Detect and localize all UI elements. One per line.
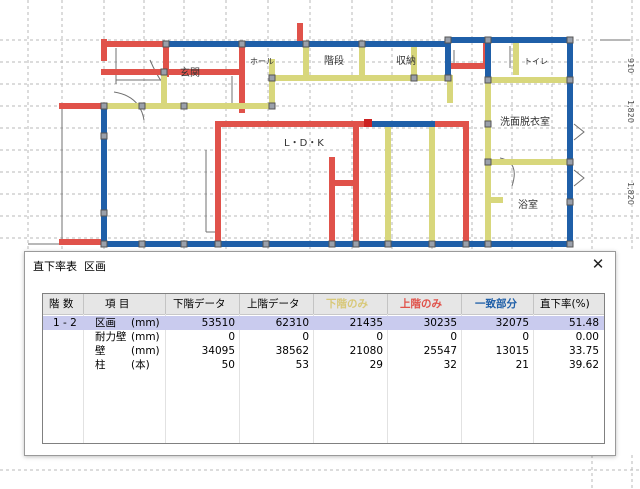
cell-rate: 33.75 [568,345,599,357]
room-label: トイレ [524,57,548,66]
cell-match: 13015 [495,345,529,357]
cell-item: 柱 [95,359,106,371]
col-match[interactable]: 一致部分 [475,296,517,312]
room-label: 収納 [396,54,416,67]
rate-table: 階 数 項 目 下階データ 上階データ 下階のみ 上階のみ 一致部分 直下率(%… [42,293,605,444]
room-label: L・D・K [284,138,324,149]
cell-upper: 53 [295,359,309,371]
cell-upper: 62310 [275,317,309,329]
cell-match: 32075 [495,317,529,329]
cell-rate: 0.00 [575,331,599,343]
cell-unit: (mm) [131,345,160,357]
table-row[interactable]: 壁 (mm) 34095 38562 21080 25547 13015 33.75 [43,344,604,358]
cell-unit: (本) [131,359,150,371]
room-label: 洗面脱衣室 [500,115,550,128]
cell-upper-only: 0 [450,331,457,343]
cell-upper: 38562 [275,345,309,357]
room-label: 玄関 [180,66,200,79]
cell-lower-only: 21080 [349,345,383,357]
selected-column-marker [364,119,372,127]
cell-lower: 53510 [201,317,235,329]
cell-upper-only: 32 [443,359,457,371]
dialog-title: 直下率表 区画 [33,260,106,273]
cell-lower: 34095 [201,345,235,357]
cell-upper-only: 30235 [423,317,457,329]
cell-level: 1 - 2 [53,317,77,329]
cell-lower-only: 21435 [349,317,383,329]
col-lower[interactable]: 下階データ [173,296,226,312]
cell-rate: 51.48 [568,317,599,329]
col-upper-only[interactable]: 上階のみ [400,296,442,312]
close-icon[interactable]: ✕ [589,255,607,273]
cell-match: 0 [522,331,529,343]
dimension-labels: 910 1,820 1,820 [626,58,635,205]
cell-upper: 0 [302,331,309,343]
cell-level [53,330,83,344]
cell-item: 耐力壁 [95,331,127,343]
col-level[interactable]: 階 数 [49,296,73,312]
cell-lower: 50 [221,359,235,371]
cell-unit: (mm) [131,317,160,329]
cell-lower-only: 29 [369,359,383,371]
dialog-titlebar[interactable]: 直下率表 区画 ✕ [25,252,615,278]
table-row[interactable]: 耐力壁 (mm) 0 0 0 0 0 0.00 [43,330,604,344]
cell-item: 壁 [95,345,106,357]
cell-item: 区画 [95,317,116,329]
dimension-label: 1,820 [626,100,635,123]
cell-level [53,344,83,358]
cell-lower-only: 0 [376,331,383,343]
cell-match: 21 [515,359,529,371]
table-row[interactable]: 1 - 2 区画 (mm) 53510 62310 21435 30235 32075 51.4… [43,316,604,330]
room-label: ホール [250,57,274,66]
cell-lower: 0 [228,331,235,343]
lower-only-walls [59,23,489,247]
col-lower-only[interactable]: 下階のみ [326,296,368,312]
cell-upper-only: 25547 [423,345,457,357]
room-label: 浴室 [518,198,538,211]
col-item[interactable]: 項 目 [105,296,129,312]
dimension-label: 910 [626,58,635,73]
col-upper[interactable]: 上階データ [247,296,300,312]
cell-rate: 39.62 [568,359,599,371]
cell-unit: (mm) [131,331,160,343]
cell-level [53,358,83,372]
col-rate[interactable]: 直下率(%) [540,296,590,312]
dimension-label: 1,820 [626,182,635,205]
room-label: 階段 [324,54,344,67]
table-header: 階 数 項 目 下階データ 上階データ 下階のみ 上階のみ 一致部分 直下率(%… [43,294,604,315]
table-row[interactable]: 柱 (本) 50 53 29 32 21 39.62 [43,358,604,372]
direct-below-rate-dialog: 直下率表 区画 ✕ 階 数 項 目 下階データ 上階データ 下階のみ 上階のみ … [24,251,616,456]
